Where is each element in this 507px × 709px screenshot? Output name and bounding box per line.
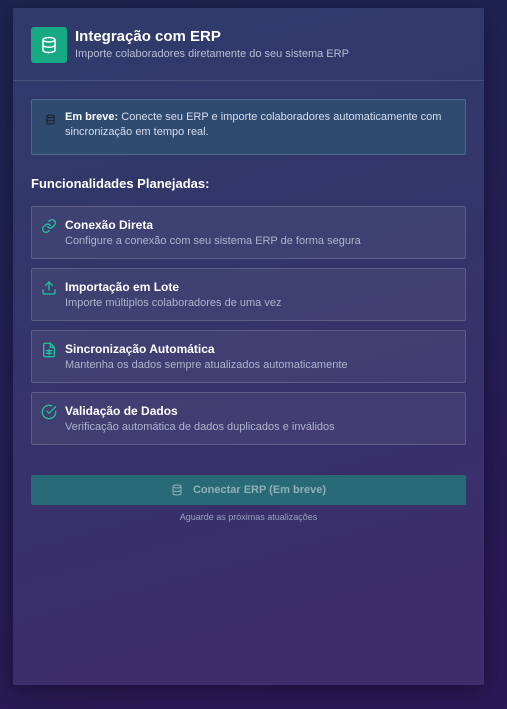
connect-erp-label: Conectar ERP (Em breve) [192,484,327,496]
database-icon [171,484,183,496]
feature-card-data-validation: Validação de Dados Verificação automátic… [31,392,466,445]
database-icon [31,27,67,63]
page-subtitle: Importe colaboradores diretamente do seu… [75,48,349,60]
coming-soon-notice: Em breve: Conecte seu ERP e importe cola… [31,99,466,155]
panel-header: Integração com ERP Importe colaboradores… [13,8,484,81]
page-title: Integração com ERP [75,28,221,45]
check-circle-icon [41,404,57,420]
feature-title: Importação em Lote [65,280,180,294]
feature-description: Verificação automática de dados duplicad… [65,421,335,433]
notice-bold: Em breve: [65,111,119,123]
feature-description: Mantenha os dados sempre atualizados aut… [65,359,348,371]
sheet-icon [41,342,57,358]
feature-card-batch-import: Importação em Lote Importe múltiplos col… [31,268,466,321]
upload-icon [41,280,57,296]
notice-text: Em breve: Conecte seu ERP e importe cola… [65,110,460,140]
feature-card-direct-connection: Conexão Direta Configure a conexão com s… [31,206,466,259]
feature-title: Validação de Dados [65,404,178,418]
database-icon [45,112,56,130]
updates-hint: Aguarde as próximas atualizações [179,512,318,522]
feature-title: Sincronização Automática [65,342,215,356]
erp-integration-panel: Integração com ERP Importe colaboradores… [13,8,484,685]
features-title: Funcionalidades Planejadas: [31,176,210,191]
connect-erp-button[interactable]: Conectar ERP (Em breve) [31,475,466,505]
notice-body: Conecte seu ERP e importe colaboradores … [65,111,442,138]
feature-description: Importe múltiplos colaboradores de uma v… [65,297,282,309]
link-icon [41,218,57,234]
feature-title: Conexão Direta [65,218,154,232]
feature-description: Configure a conexão com seu sistema ERP … [65,235,361,247]
feature-card-auto-sync: Sincronização Automática Mantenha os dad… [31,330,466,383]
